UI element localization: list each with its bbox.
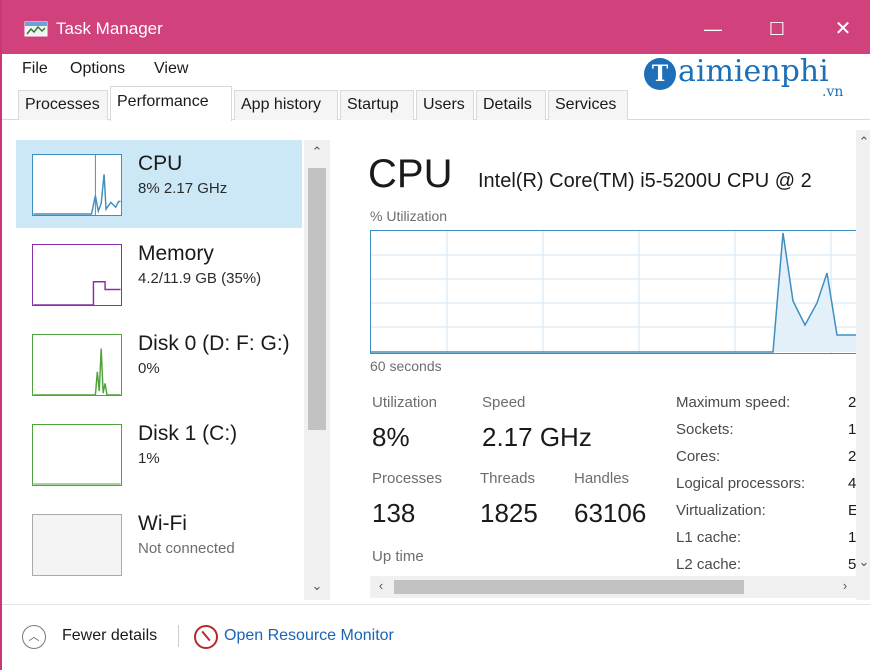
chevron-down-icon[interactable]: ⌄ <box>308 578 326 594</box>
resource-value: 1% <box>138 450 160 467</box>
resource-name: Disk 1 (C:) <box>138 422 238 445</box>
resource-item-disk-0[interactable]: Disk 0 (D: F: G:) 0% <box>16 320 302 408</box>
resource-name: Disk 0 (D: F: G:) <box>138 332 290 355</box>
disk0-thumbnail-graph <box>32 334 122 396</box>
resource-item-disk-1[interactable]: Disk 1 (C:) 1% <box>16 410 302 498</box>
processes-label: Processes <box>372 470 443 487</box>
resource-item-wifi[interactable]: Wi-Fi Not connected <box>16 500 302 588</box>
tab-startup[interactable]: Startup <box>340 90 414 120</box>
sidebar-scroll-thumb[interactable] <box>308 168 326 430</box>
main-scrollbar[interactable]: ⌃ ⌄ <box>856 130 870 600</box>
detail-label: L2 cache: <box>676 556 742 573</box>
chevron-right-icon[interactable]: › <box>836 578 854 593</box>
threads-label: Threads <box>480 470 536 487</box>
window-title: Task Manager <box>56 19 163 38</box>
utilization-graph-label: % Utilization <box>370 208 448 224</box>
task-manager-icon <box>24 21 48 37</box>
tab-performance[interactable]: Performance <box>110 86 232 121</box>
cpu-model-name: Intel(R) Core(TM) i5-5200U CPU @ 2 <box>478 170 812 192</box>
resource-name: Wi-Fi <box>138 512 187 535</box>
resource-item-memory[interactable]: Memory 4.2/11.9 GB (35%) <box>16 230 302 318</box>
resource-value: 8% 2.17 GHz <box>138 180 228 197</box>
resource-monitor-icon <box>194 625 218 649</box>
handles-value: 63106 <box>574 498 647 528</box>
resource-value: 0% <box>138 360 160 377</box>
horizontal-scroll-thumb[interactable] <box>394 580 744 594</box>
processes-value: 138 <box>372 498 416 528</box>
detail-label: Logical processors: <box>676 475 806 492</box>
title-bar: Task Manager — ☐ ✕ <box>2 0 870 54</box>
speed-value: 2.17 GHz <box>482 422 592 452</box>
chevron-left-icon[interactable]: ‹ <box>372 578 390 593</box>
resource-item-cpu[interactable]: CPU 8% 2.17 GHz <box>16 140 302 228</box>
threads-value: 1825 <box>480 498 538 528</box>
handles-label: Handles <box>574 470 630 487</box>
chevron-up-icon[interactable]: ⌃ <box>855 134 870 150</box>
resource-value: Not connected <box>138 540 235 557</box>
detail-label: Maximum speed: <box>676 394 791 411</box>
uptime-label: Up time <box>372 548 424 565</box>
maximize-button[interactable]: ☐ <box>754 12 800 46</box>
open-resource-monitor-link[interactable]: Open Resource Monitor <box>224 627 394 645</box>
detail-label: Cores: <box>676 448 721 465</box>
tab-processes[interactable]: Processes <box>18 90 108 120</box>
detail-label: Sockets: <box>676 421 734 438</box>
cpu-thumbnail-graph <box>32 154 122 216</box>
tab-bar: Processes Performance App history Startu… <box>2 86 870 121</box>
chevron-up-circle-icon: ︿ <box>22 625 46 649</box>
graph-duration-label: 60 seconds <box>370 358 442 374</box>
utilization-value: 8% <box>372 422 410 452</box>
main-horizontal-scrollbar[interactable]: ‹ › <box>370 576 856 598</box>
task-manager-window: Task Manager — ☐ ✕ File Options View T a… <box>0 0 870 670</box>
page-title: CPU <box>368 152 453 196</box>
menu-file[interactable]: File <box>22 60 48 78</box>
resource-value: 4.2/11.9 GB (35%) <box>138 270 262 287</box>
chevron-up-icon[interactable]: ⌃ <box>308 144 326 160</box>
footer: ︿ Fewer details Open Resource Monitor <box>2 604 870 670</box>
menu-options[interactable]: Options <box>70 60 125 78</box>
footer-separator <box>178 625 179 647</box>
chevron-down-icon[interactable]: ⌄ <box>855 554 870 570</box>
cpu-utilization-graph <box>370 230 870 354</box>
menu-view[interactable]: View <box>154 60 188 78</box>
minimize-button[interactable]: — <box>690 12 736 46</box>
resource-list: CPU 8% 2.17 GHz Memory 4.2/11.9 GB (35%)… <box>16 130 332 602</box>
utilization-label: Utilization <box>372 394 438 411</box>
speed-label: Speed <box>482 394 526 411</box>
sidebar-scrollbar[interactable]: ⌃ ⌄ <box>304 140 330 600</box>
wifi-thumbnail-graph <box>32 514 122 576</box>
resource-name: CPU <box>138 152 183 175</box>
cpu-graph-canvas <box>371 231 870 353</box>
disk1-thumbnail-graph <box>32 424 122 486</box>
resource-name: Memory <box>138 242 214 265</box>
close-button[interactable]: ✕ <box>820 12 866 46</box>
performance-detail-panel: CPU Intel(R) Core(TM) i5-5200U CPU @ 2 %… <box>348 130 870 600</box>
tab-users[interactable]: Users <box>416 90 474 120</box>
detail-label: Virtualization: <box>676 502 766 519</box>
memory-thumbnail-graph <box>32 244 122 306</box>
tab-services[interactable]: Services <box>548 90 628 120</box>
tab-app-history[interactable]: App history <box>234 90 338 120</box>
tab-details[interactable]: Details <box>476 90 546 120</box>
detail-label: L1 cache: <box>676 529 742 546</box>
fewer-details-label: Fewer details <box>62 627 158 644</box>
watermark-text: aimienphi <box>678 54 829 89</box>
